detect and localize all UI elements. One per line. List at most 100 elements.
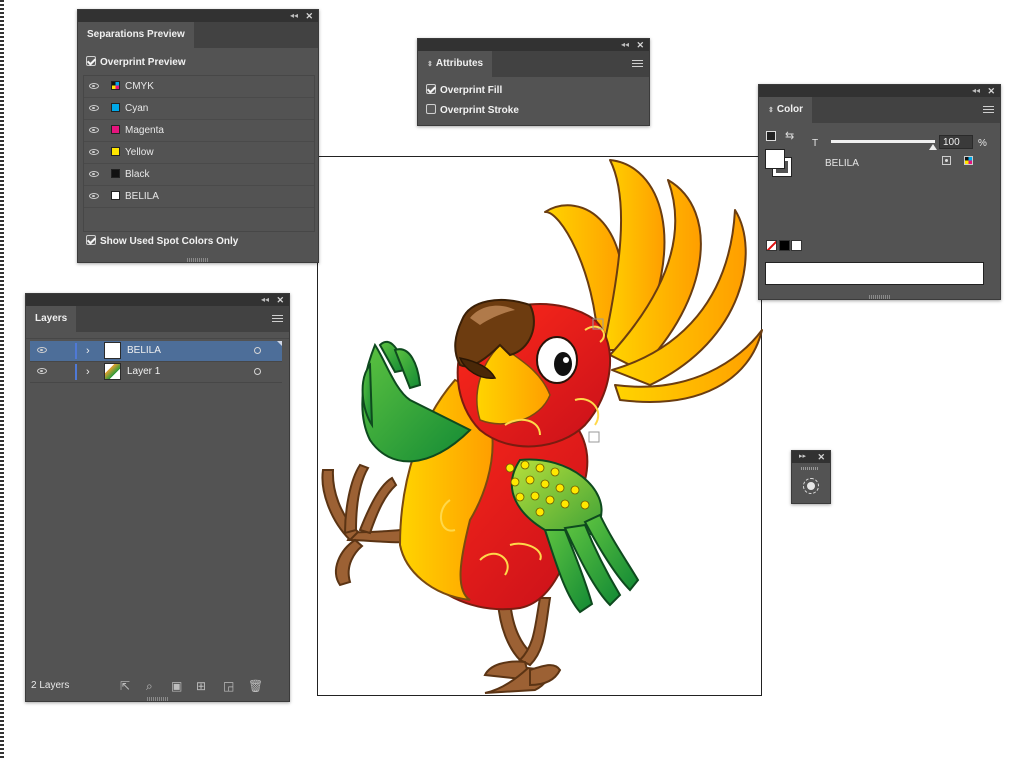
trash-icon[interactable]: 🗑	[248, 679, 263, 693]
locate-object-icon[interactable]: ⌕	[146, 679, 153, 693]
tab-attributes[interactable]: ⇕ Attributes	[418, 51, 493, 77]
export-icon[interactable]: ⇱	[120, 679, 130, 693]
panel-titlebar[interactable]: ◂◂ ✕	[759, 85, 1000, 97]
new-layer-icon[interactable]: ◲	[223, 679, 234, 693]
separations-preview-panel: ◂◂ ✕ Separations Preview Overprint Previ…	[77, 9, 319, 263]
overprint-fill-checkbox[interactable]: Overprint Fill	[426, 84, 502, 98]
expand-arrow-icon[interactable]: ›	[86, 341, 90, 361]
none-slash	[767, 241, 776, 250]
eye-icon[interactable]	[89, 149, 99, 155]
tab-color[interactable]: ⇕ Color	[759, 97, 812, 123]
new-sublayer-icon[interactable]: ⊞	[196, 679, 206, 693]
artboard[interactable]	[317, 156, 762, 696]
separation-item-black[interactable]: Black	[84, 164, 314, 186]
panel-titlebar[interactable]: ◂◂ ✕	[78, 10, 318, 22]
checkbox-icon[interactable]	[86, 235, 96, 246]
collapse-icon[interactable]: ◂◂	[972, 85, 980, 97]
panel-menu-icon[interactable]	[632, 60, 643, 68]
show-used-spot-colors-checkbox[interactable]: Show Used Spot Colors Only	[86, 235, 238, 249]
checkbox-icon[interactable]	[86, 56, 96, 67]
eye-icon[interactable]	[37, 368, 47, 374]
yellow-swatch-icon	[111, 147, 120, 156]
eye-icon[interactable]	[37, 347, 47, 353]
default-colors-icon[interactable]	[766, 131, 776, 141]
close-icon[interactable]: ✕	[305, 10, 313, 22]
close-icon[interactable]: ✕	[817, 451, 825, 463]
close-icon[interactable]: ✕	[636, 39, 644, 51]
color-panel: ◂◂ ✕ ⇕Color ⇆ T % BELILA	[758, 84, 1001, 300]
none-swatch[interactable]	[766, 240, 777, 251]
separation-label: BELILA	[125, 191, 159, 202]
panel-titlebar[interactable]: ◂◂ ✕	[26, 294, 289, 306]
percent-label: %	[978, 138, 987, 149]
layer-color-bar	[75, 364, 77, 380]
swap-colors-icon[interactable]: ⇆	[785, 129, 794, 142]
resize-grip[interactable]	[868, 295, 891, 299]
eye-icon[interactable]	[89, 193, 99, 199]
separation-label: Yellow	[125, 147, 154, 158]
tint-input[interactable]	[939, 135, 973, 149]
layer-row-layer-1[interactable]: › Layer 1	[30, 362, 282, 383]
separation-item-belila[interactable]: BELILA	[84, 186, 314, 208]
separation-item-cyan[interactable]: Cyan	[84, 98, 314, 120]
eye-icon[interactable]	[89, 127, 99, 133]
tint-slider[interactable]	[831, 140, 935, 143]
panel-menu-icon[interactable]	[983, 106, 994, 114]
tab-arrows-icon: ⇕	[768, 107, 774, 114]
fill-swatch[interactable]	[765, 149, 785, 169]
separation-item-yellow[interactable]: Yellow	[84, 142, 314, 164]
selection-corner-icon	[277, 341, 282, 346]
eye-icon[interactable]	[89, 83, 99, 89]
tab-separations-preview[interactable]: Separations Preview	[78, 22, 194, 48]
layer-name[interactable]: BELILA	[127, 341, 161, 361]
expand-icon[interactable]: ▸▸	[799, 451, 806, 463]
resize-grip[interactable]	[146, 697, 169, 701]
layer-thumbnail	[104, 363, 121, 380]
overprint-stroke-checkbox[interactable]: Overprint Stroke	[426, 104, 519, 118]
close-icon[interactable]: ✕	[987, 85, 995, 97]
clipping-mask-icon[interactable]: ▣	[171, 679, 182, 693]
panel-menu-icon[interactable]	[272, 315, 283, 323]
spot-swatch-icon[interactable]	[942, 156, 951, 165]
layer-thumbnail	[104, 342, 121, 359]
separation-label: Cyan	[125, 103, 149, 114]
expand-arrow-icon[interactable]: ›	[86, 362, 90, 382]
tab-layers[interactable]: Layers	[26, 306, 77, 332]
eye-icon[interactable]	[89, 105, 99, 111]
layers-list: › BELILA › Layer 1	[26, 338, 289, 669]
collapse-icon[interactable]: ◂◂	[261, 294, 269, 306]
tint-label: T	[812, 138, 819, 149]
panel-titlebar[interactable]: ◂◂ ✕	[418, 39, 649, 51]
panel-tab-bar: ⇕ Color	[759, 97, 1000, 123]
grip-icon	[801, 467, 819, 470]
target-circle-icon[interactable]	[254, 347, 261, 354]
layer-name[interactable]: Layer 1	[127, 362, 160, 382]
collapse-icon[interactable]: ◂◂	[290, 10, 298, 22]
overprint-preview-checkbox[interactable]: Overprint Preview	[86, 56, 186, 70]
attributes-panel: ◂◂ ✕ ⇕ Attributes Overprint Fill Overprin…	[417, 38, 650, 126]
cyan-swatch-icon	[111, 103, 120, 112]
checkbox-icon[interactable]	[426, 84, 436, 95]
checkbox-icon[interactable]	[426, 104, 436, 115]
layer-row-belila[interactable]: › BELILA	[30, 341, 282, 362]
panel-tab-bar: Separations Preview	[78, 22, 318, 48]
layers-panel: ◂◂ ✕ Layers › BELILA › Layer 1 2 Layers …	[25, 293, 290, 702]
resize-grip[interactable]	[187, 258, 209, 262]
layer-color-bar	[75, 343, 77, 359]
collapse-icon[interactable]: ◂◂	[621, 39, 629, 51]
belila-swatch-icon	[111, 191, 120, 200]
target-circle-icon[interactable]	[254, 368, 261, 375]
tint-slider-handle[interactable]	[929, 144, 937, 150]
layer-count: 2 Layers	[31, 680, 70, 691]
separation-item-magenta[interactable]: Magenta	[84, 120, 314, 142]
separation-item-cmyk[interactable]: CMYK	[84, 76, 314, 98]
cmyk-mode-icon[interactable]	[964, 156, 973, 165]
panel-icon-button[interactable]	[803, 478, 819, 494]
show-used-spot-colors-label: Show Used Spot Colors Only	[100, 236, 239, 247]
close-icon[interactable]: ✕	[276, 294, 284, 306]
eye-icon[interactable]	[89, 171, 99, 177]
panel-titlebar[interactable]: ▸▸ ✕	[792, 451, 830, 463]
color-spectrum-bar[interactable]	[765, 262, 984, 285]
black-swatch[interactable]	[779, 240, 790, 251]
white-swatch[interactable]	[791, 240, 802, 251]
